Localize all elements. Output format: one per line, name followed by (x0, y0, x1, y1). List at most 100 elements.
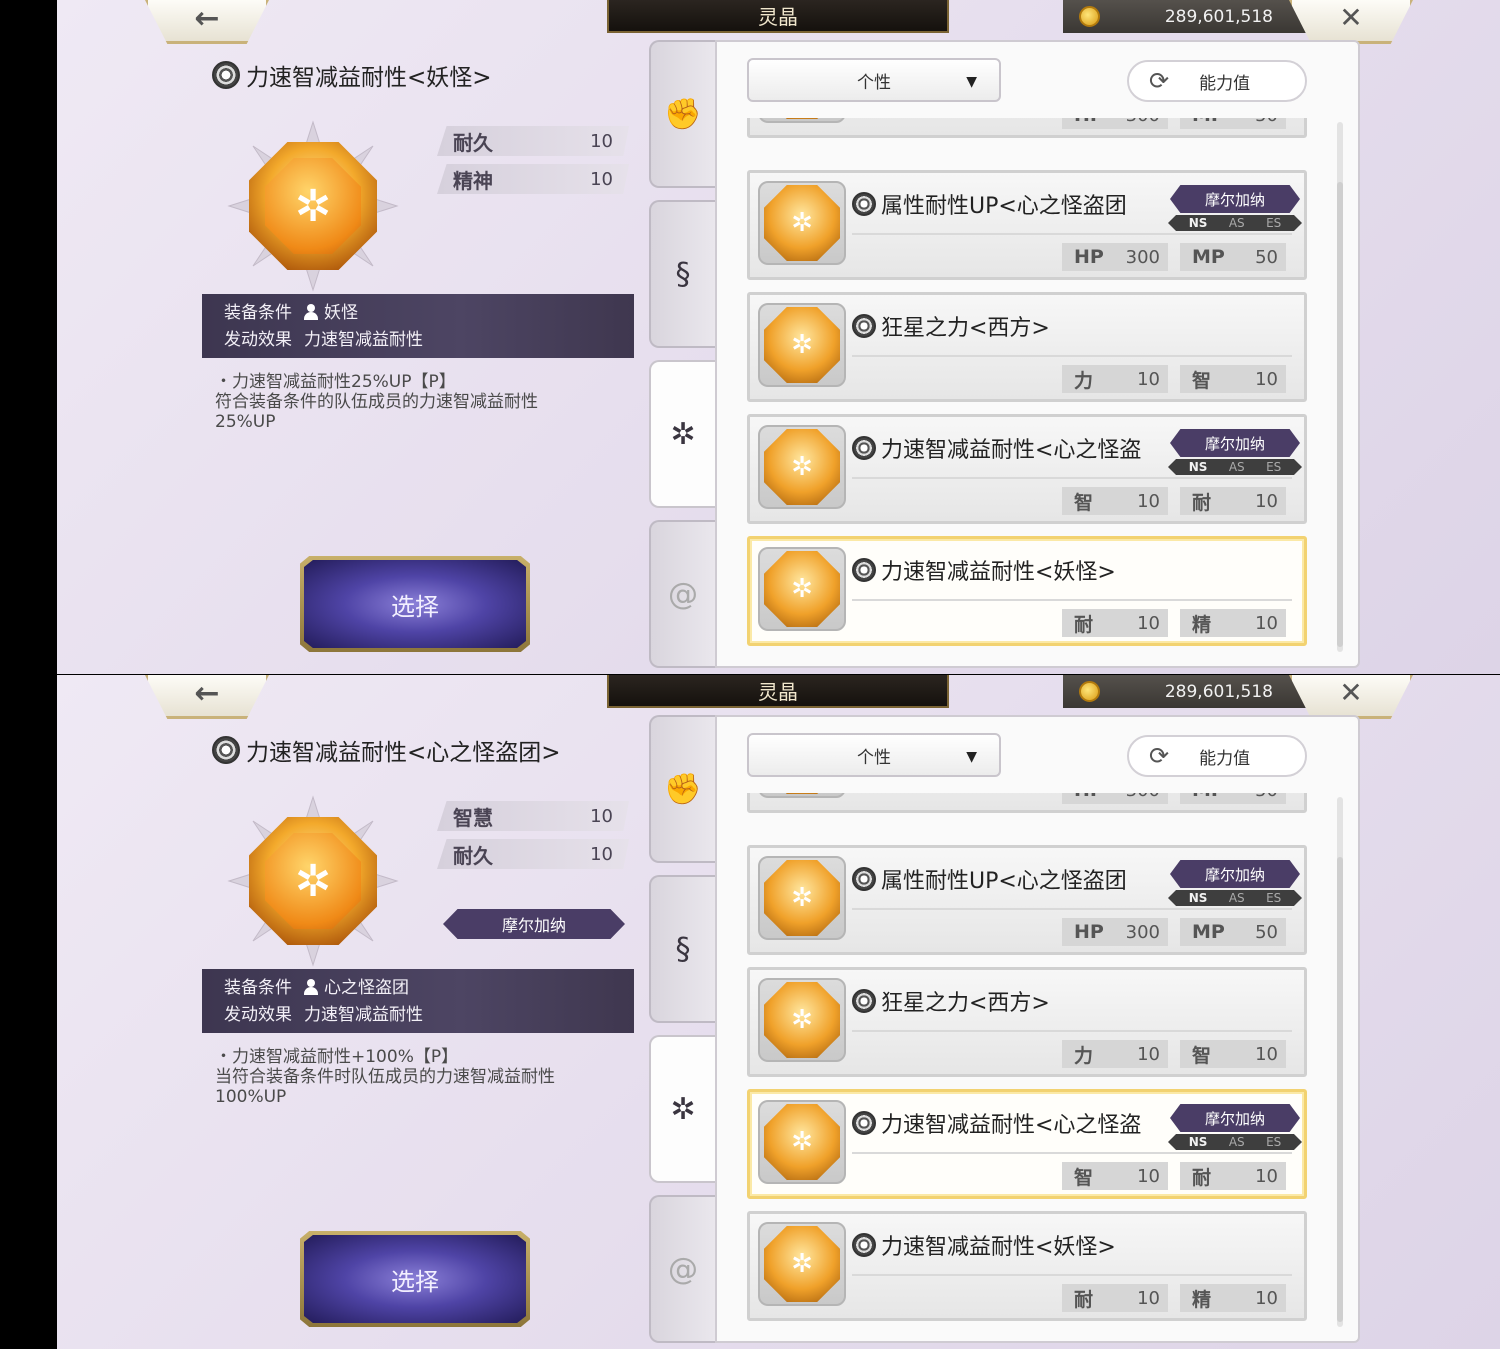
back-button[interactable]: ← (145, 675, 269, 719)
title-bar: 灵晶 (607, 675, 949, 708)
tab-swirl[interactable]: § (649, 875, 715, 1023)
ns-label: NS (1188, 216, 1208, 230)
divider (852, 233, 1292, 235)
skill-type-icon (852, 989, 876, 1013)
crystal-emblem-icon: ✲ (265, 158, 361, 254)
as-label: AS (1228, 891, 1245, 905)
swirl-icon: § (675, 931, 691, 967)
filter-dropdown[interactable]: 个性 ▼ (747, 58, 1001, 102)
tab-fist[interactable]: ✊ (649, 715, 715, 863)
crystal-gem: ✲ (249, 817, 377, 945)
list-item[interactable]: 狂星之力<西方> 力 10 智 10 (747, 292, 1307, 402)
character-tag: 摩尔加纳 (443, 909, 625, 939)
close-icon: ✕ (1339, 676, 1363, 709)
divider (852, 1152, 1292, 1154)
filter-dropdown[interactable]: 个性 ▼ (747, 733, 1001, 777)
effect-label: 发动效果 (224, 330, 292, 350)
condition-label: 装备条件 (224, 303, 292, 323)
detail-name: 力速智减益耐性<妖怪> (246, 65, 492, 91)
card-stat: 耐 10 (1180, 1162, 1286, 1190)
close-button[interactable]: ✕ (1289, 0, 1413, 44)
crystal-thumb-icon (764, 551, 840, 627)
card-stat: 耐 10 (1062, 609, 1168, 637)
es-label: ES (1266, 216, 1282, 230)
back-arrow-icon: ← (194, 675, 220, 711)
card-stat: 智 10 (1062, 487, 1168, 515)
skill-type-icon (852, 314, 876, 338)
list-item[interactable]: 属性耐性UP<心之怪盗团 摩尔加纳 NS AS ES HP 300 MP 50 (747, 170, 1307, 280)
list-item[interactable]: HP 300 MP 50 (747, 793, 1307, 813)
list-item-selected[interactable]: 力速智减益耐性<心之怪盗 摩尔加纳 NS AS ES 智 10 耐 10 (747, 1089, 1307, 1199)
back-button[interactable]: ← (145, 0, 269, 44)
detail-title: 力速智减益耐性<妖怪> (212, 58, 492, 92)
select-label: 选择 (391, 592, 439, 621)
tab-swirl[interactable]: § (649, 200, 715, 348)
scroll-thumb[interactable] (1337, 857, 1343, 1322)
close-icon: ✕ (1339, 1, 1363, 34)
list-item-selected[interactable]: 力速智减益耐性<妖怪> 耐 10 精 10 (747, 536, 1307, 646)
scrollbar[interactable] (1337, 122, 1343, 652)
select-label: 选择 (391, 1267, 439, 1296)
card-name: 力速智减益耐性<妖怪> (852, 1228, 1116, 1262)
list-item[interactable]: 力速智减益耐性<心之怪盗 摩尔加纳 NS AS ES 智 10 耐 10 (747, 414, 1307, 524)
list-item[interactable]: 力速智减益耐性<妖怪> 耐 10 精 10 (747, 1211, 1307, 1321)
list-item[interactable]: 属性耐性UP<心之怪盗团 摩尔加纳 NS AS ES HP 300 MP 50 (747, 845, 1307, 955)
tab-crystal[interactable]: ✲ (649, 360, 715, 508)
divider (852, 477, 1292, 479)
stat-row: 精神 10 (437, 164, 629, 194)
condition-label: 装备条件 (224, 978, 292, 998)
stat-key: MP (1192, 921, 1225, 943)
card-stat: 力 10 (1062, 365, 1168, 393)
refresh-icon: ⟳ (1149, 67, 1170, 95)
stat-key: MP (1192, 793, 1225, 801)
crystal-thumb-icon (764, 429, 840, 505)
ns-as-es-indicator: NS AS ES (1168, 890, 1302, 906)
condition-band: 装备条件 心之怪盗团 发动效果 力速智减益耐性 (202, 969, 634, 1033)
sort-ability-button[interactable]: ⟳ 能力值 (1127, 60, 1307, 102)
stat-value: 10 (590, 130, 613, 152)
stat-row: 耐久 10 (437, 839, 629, 869)
divider (852, 355, 1292, 357)
character-badge: 摩尔加纳 (1170, 185, 1300, 213)
refresh-icon: ⟳ (1149, 742, 1170, 770)
tab-fist[interactable]: ✊ (649, 40, 715, 188)
select-button[interactable]: 选择 (300, 556, 530, 652)
card-name: 狂星之力<西方> (852, 984, 1050, 1018)
crystal-thumb-icon (764, 307, 840, 383)
back-arrow-icon: ← (194, 0, 220, 36)
skill-type-icon (852, 867, 876, 891)
tab-crystal[interactable]: ✲ (649, 1035, 715, 1183)
tab-wind[interactable]: @ (649, 520, 715, 668)
crystal-list-panel: 个性 ▼ ⟳ 能力值 HP 300 MP 50 属性耐性UP<心之怪盗团 摩尔加纳 … (715, 715, 1360, 1343)
select-button[interactable]: 选择 (300, 1231, 530, 1327)
card-name: 狂星之力<西方> (852, 309, 1050, 343)
card-stat: MP 50 (1180, 793, 1286, 804)
chevron-down-icon: ▼ (966, 74, 977, 90)
scroll-thumb[interactable] (1337, 182, 1343, 647)
crystal-thumb-icon (764, 1104, 840, 1180)
list-item[interactable]: HP 300 MP 50 (747, 118, 1307, 138)
card-stat: 智 10 (1180, 365, 1286, 393)
stat-key: HP (1074, 921, 1104, 943)
condition-value: 心之怪盗团 (324, 978, 409, 998)
stat-val: 300 (1126, 118, 1160, 126)
tab-wind[interactable]: @ (649, 1195, 715, 1343)
ns-label: NS (1188, 460, 1208, 474)
effect-value: 力速智减益耐性 (304, 330, 423, 350)
list-item[interactable]: 狂星之力<西方> 力 10 智 10 (747, 967, 1307, 1077)
stat-key: 耐 (1074, 1288, 1094, 1311)
stat-key: HP (1074, 118, 1104, 126)
stat-val: 10 (1255, 368, 1278, 390)
desc-line: 25%UP (215, 412, 276, 432)
close-button[interactable]: ✕ (1289, 675, 1413, 719)
stat-val: 10 (1137, 1287, 1160, 1309)
effect-description: ・力速智减益耐性+100%【P】 当符合装备条件时队伍成员的力速智减益耐性 10… (215, 1047, 635, 1107)
chevron-down-icon: ▼ (966, 749, 977, 765)
crystal-emblem-icon: ✲ (265, 833, 361, 929)
scrollbar[interactable] (1337, 797, 1343, 1327)
stat-val: 10 (1255, 1287, 1278, 1309)
swirl-icon: § (675, 256, 691, 292)
stat-val: 300 (1125, 921, 1160, 943)
sort-ability-button[interactable]: ⟳ 能力值 (1127, 735, 1307, 777)
stat-val: 300 (1126, 793, 1160, 801)
